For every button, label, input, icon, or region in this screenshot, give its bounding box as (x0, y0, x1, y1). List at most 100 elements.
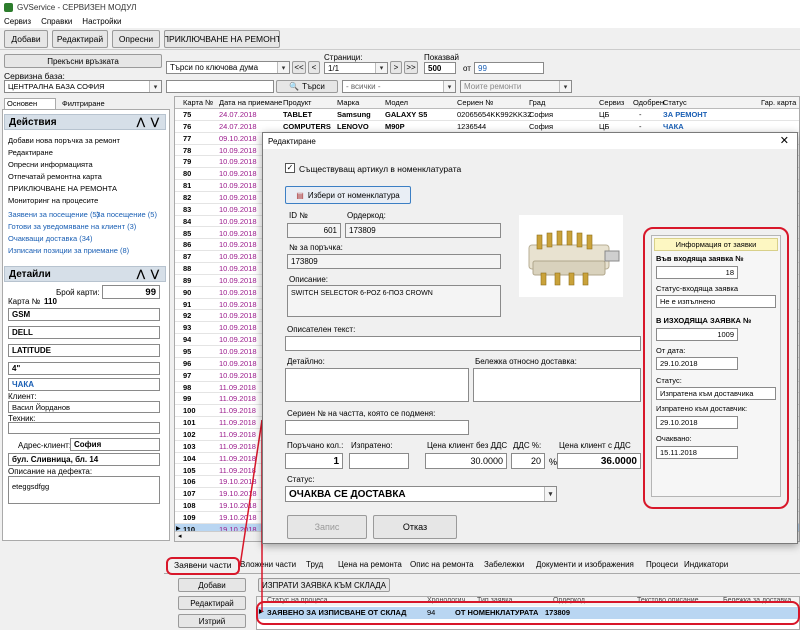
link-waiting-delivery[interactable]: Очакващи доставка (34) (8, 234, 93, 243)
db-select[interactable]: ЦЕНТРАЛНА БАЗА СОФИЯ ▾ (4, 80, 162, 93)
tab-notes[interactable]: Забележки (484, 560, 524, 569)
menu-bar: Сервиз Справки Настройки (0, 14, 800, 28)
detailed-input[interactable] (285, 368, 469, 402)
action-close-repair[interactable]: ПРИКЛЮЧВАНЕ НА РЕМОНТА (8, 184, 117, 193)
existing-article-checkbox[interactable]: ✓ (285, 163, 295, 173)
address-city-field: София (70, 438, 160, 451)
table-row[interactable]: 76 24.07.2018 COMPUTERS LENOVO M90P 1236544 Со… (175, 121, 799, 133)
parts-edit-button[interactable]: Редактирай (178, 596, 246, 610)
grid-cell-date: 10.09.2018 (219, 192, 257, 202)
tab-main-panel[interactable]: Основен панел (4, 98, 56, 117)
search-button[interactable]: 🔍 Търси (276, 80, 338, 93)
collapse-icon[interactable]: ⋀ (137, 269, 145, 280)
col-warranty[interactable]: Гар. карта (761, 98, 796, 107)
expand-icon[interactable]: ⋁ (151, 117, 159, 128)
search-input[interactable] (166, 80, 274, 93)
table-row[interactable]: 75 24.07.2018 TABLET Samsung GALAXY S5 020656… (175, 109, 799, 121)
menu-reports[interactable]: Справки (41, 17, 72, 26)
grid-cell-card-no: 81 (183, 181, 192, 191)
shown-count-input[interactable]: 500 (424, 62, 456, 74)
choose-nomenclature-button[interactable]: ▤ Избери от номенклатура (285, 186, 411, 204)
status-select[interactable]: ОЧАКВА СЕ ДОСТАВКА ▾ (285, 486, 557, 502)
col-card-no[interactable]: Карта № (183, 98, 213, 107)
grid-cell-product: COMPUTERS (283, 121, 331, 131)
desc-text-input[interactable] (285, 336, 641, 351)
first-page-button[interactable]: << (292, 61, 306, 74)
action-refresh[interactable]: Опресни информацията (8, 160, 93, 169)
vat-input[interactable]: 20 (511, 453, 545, 469)
prev-page-button[interactable]: < (308, 61, 320, 74)
col-model[interactable]: Модел (385, 98, 408, 107)
grid-cell-date: 10.09.2018 (219, 370, 257, 380)
disconnect-button[interactable]: Прекъсни връзката (4, 54, 162, 68)
col-brand[interactable]: Марка (337, 98, 359, 107)
link-written-off[interactable]: Изписани позиции за приемане (8) (8, 246, 129, 255)
collapse-icon[interactable]: ⋀ (137, 117, 145, 128)
action-print-card[interactable]: Отпечатай ремонтна карта (8, 172, 102, 181)
tab-repair-price[interactable]: Цена на ремонта (338, 560, 402, 569)
menu-service[interactable]: Сервиз (4, 17, 31, 26)
action-edit[interactable]: Редактиране (8, 148, 53, 157)
col-date[interactable]: Дата на приемане (219, 98, 282, 107)
col-service[interactable]: Сервиз (599, 98, 624, 107)
tab-documents[interactable]: Документи и изображения (536, 560, 634, 569)
col-city[interactable]: Град (529, 98, 545, 107)
link-visit-requested[interactable]: Заявени за посещение (5) (8, 210, 99, 219)
refresh-button[interactable]: Опресни (112, 30, 160, 48)
grid-cell-card-no: 103 (183, 441, 196, 451)
tab-filter[interactable]: Филтриране (58, 99, 108, 109)
grid-cell-date: 10.09.2018 (219, 169, 257, 179)
action-add-order[interactable]: Добави нова поръчка за ремонт (8, 136, 120, 145)
chevron-down-icon: ▾ (544, 487, 556, 501)
send-request-button[interactable]: ИЗПРАТИ ЗАЯВКА КЪМ СКЛАДА (258, 578, 390, 592)
cancel-button[interactable]: Отказ (373, 515, 457, 539)
link-for-visit[interactable]: За посещение (5) (96, 210, 157, 219)
save-button[interactable]: Запис (287, 515, 367, 539)
grid-cell-card-no: 82 (183, 192, 192, 202)
add-button[interactable]: Добави (4, 30, 48, 48)
grid-cell-card-no: 80 (183, 169, 192, 179)
serial-input[interactable] (285, 420, 469, 435)
menu-settings[interactable]: Настройки (82, 17, 121, 26)
grid-cell-card-no: 91 (183, 299, 192, 309)
next-page-button[interactable]: > (390, 61, 402, 74)
scroll-left-icon[interactable]: ◂ (178, 532, 182, 540)
price-vat-input[interactable]: 36.0000 (557, 453, 641, 469)
parts-delete-button[interactable]: Изтрий (178, 614, 246, 628)
tech-field (8, 422, 160, 434)
tab-labor[interactable]: Труд (306, 560, 323, 569)
list-icon: ▤ (296, 190, 304, 200)
id-field: 601 (287, 223, 341, 238)
tab-used-parts[interactable]: Вложени части (240, 560, 296, 569)
edit-button[interactable]: Редактирай (52, 30, 108, 48)
delivery-note-input[interactable] (473, 368, 641, 402)
search-mode-select[interactable]: Търси по ключова дума ▾ (166, 61, 290, 74)
col-product[interactable]: Продукт (283, 98, 312, 107)
grid-cell-date: 10.09.2018 (219, 323, 257, 333)
my-repairs-value: Моите ремонти (464, 82, 522, 91)
price-no-vat-input[interactable]: 30.0000 (425, 453, 507, 469)
filter-select[interactable]: - всички - ▾ (342, 80, 456, 93)
link-ready-notify[interactable]: Готови за уведомяване на клиент (3) (8, 222, 136, 231)
my-repairs-select[interactable]: Моите ремонти ▾ (460, 80, 572, 93)
card-no-label: Карта № (8, 297, 41, 306)
sent-input[interactable] (349, 453, 409, 469)
close-repair-button[interactable]: ПРИКЛЮЧВАНЕ НА РЕМОНТ (164, 30, 280, 48)
tab-processes[interactable]: Процеси (646, 560, 678, 569)
grid-cell-card-no: 105 (183, 465, 196, 475)
ordered-qty-label: Поръчано кол.: (287, 441, 344, 450)
col-serial[interactable]: Сериен № (457, 98, 493, 107)
col-status[interactable]: Статус (663, 98, 687, 107)
tab-repair-description[interactable]: Опис на ремонта (410, 560, 474, 569)
col-approved[interactable]: Одобрен (633, 98, 664, 107)
parts-add-button[interactable]: Добави (178, 578, 246, 592)
grid-cell-city: София (529, 110, 554, 119)
last-page-button[interactable]: >> (404, 61, 418, 74)
grid-cell-date: 10.09.2018 (219, 358, 257, 368)
ordered-qty-input[interactable]: 1 (285, 453, 343, 469)
expand-icon[interactable]: ⋁ (151, 269, 159, 280)
close-icon[interactable]: ✕ (780, 134, 789, 147)
page-select[interactable]: 1/1 ▾ (324, 62, 388, 74)
tab-indicators[interactable]: Индикатори (684, 560, 728, 569)
action-monitoring[interactable]: Мониторинг на процесите (8, 196, 98, 205)
